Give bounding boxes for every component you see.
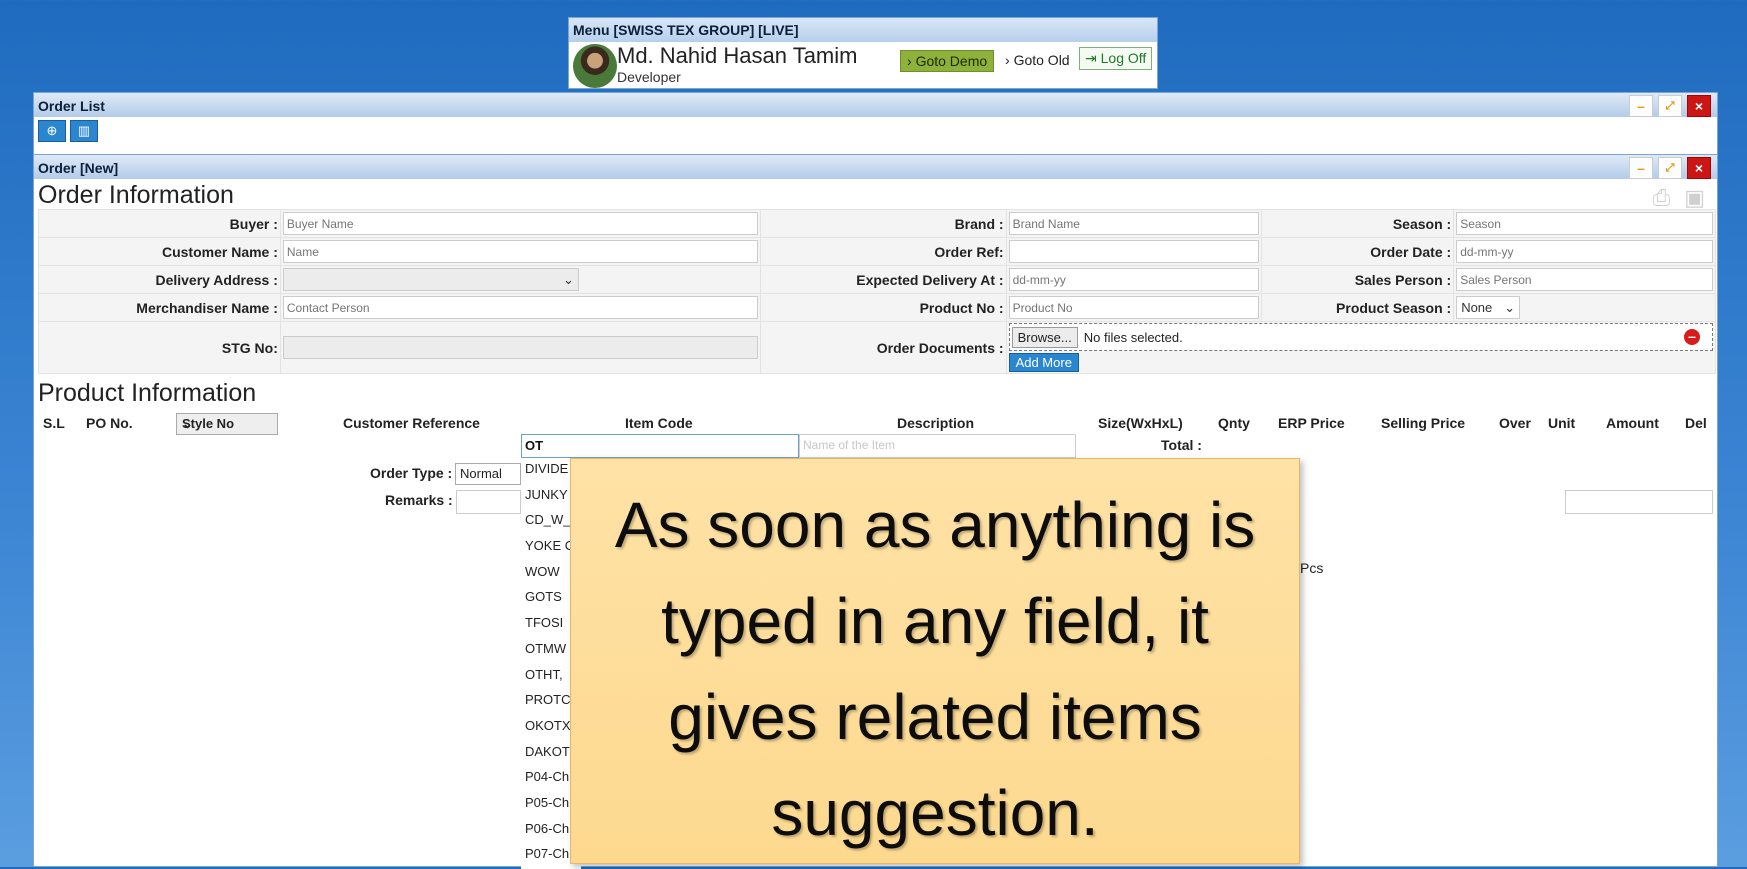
product-no-label: Product No : bbox=[759, 293, 1007, 322]
callout-text: As soon as anything is typed in any fiel… bbox=[614, 489, 1256, 849]
maximize-button[interactable]: ⤢ bbox=[1658, 95, 1682, 117]
sales-person-label: Sales Person : bbox=[1261, 265, 1455, 294]
chevron-down-icon: ⌄ bbox=[562, 271, 574, 287]
maximize-button[interactable]: ⤢ bbox=[1658, 157, 1682, 179]
delivery-address-select[interactable]: ⌄ bbox=[282, 268, 579, 291]
col-del: Del bbox=[1685, 415, 1707, 431]
order-new-title: Order [New] bbox=[38, 160, 119, 176]
user-role: Developer bbox=[617, 69, 681, 85]
col-selling-price: Selling Price bbox=[1381, 415, 1466, 431]
product-table-header: S.L PO No. Style No ⌄ Customer Reference … bbox=[38, 413, 1716, 435]
season-input[interactable] bbox=[1456, 212, 1713, 235]
chevron-down-icon: ⌄ bbox=[1504, 299, 1516, 315]
merchandiser-input[interactable] bbox=[282, 296, 758, 319]
avatar bbox=[573, 44, 617, 88]
close-button[interactable]: × bbox=[1687, 157, 1711, 179]
remarks-label: Remarks : bbox=[385, 492, 453, 508]
expected-delivery-input[interactable] bbox=[1008, 268, 1260, 291]
report-button[interactable]: ▥ bbox=[70, 120, 98, 142]
col-customer-reference: Customer Reference bbox=[343, 415, 480, 431]
buyer-input[interactable] bbox=[282, 212, 758, 235]
order-type-value: Normal bbox=[460, 466, 502, 481]
item-code-input[interactable]: OT bbox=[521, 434, 799, 458]
stg-no-label: STG No: bbox=[38, 321, 281, 374]
close-button[interactable]: × bbox=[1687, 95, 1711, 117]
save-icon[interactable]: ▣ bbox=[1684, 185, 1705, 211]
order-date-label: Order Date : bbox=[1261, 237, 1455, 266]
style-no-select[interactable]: Style No ⌄ bbox=[176, 413, 278, 435]
order-ref-label: Order Ref: bbox=[759, 237, 1007, 266]
col-po: PO No. bbox=[86, 415, 133, 431]
order-list-title: Order List bbox=[38, 98, 105, 114]
description-input[interactable]: Name of the Item bbox=[799, 434, 1076, 458]
col-unit: Unit bbox=[1548, 415, 1576, 431]
product-season-select[interactable]: None ⌄ bbox=[1456, 296, 1521, 319]
user-name: Md. Nahid Hasan Tamim bbox=[617, 43, 858, 68]
col-amount: Amount bbox=[1606, 415, 1659, 431]
order-list-titlebar: Order List – ⤢ × bbox=[34, 93, 1717, 117]
plus-icon: ⊕ bbox=[46, 123, 58, 138]
add-order-button[interactable]: ⊕ bbox=[38, 120, 66, 142]
col-size: Size(WxHxL) bbox=[1098, 415, 1183, 431]
order-date-input[interactable] bbox=[1456, 240, 1713, 263]
brand-label: Brand : bbox=[759, 209, 1007, 238]
col-item-code: Item Code bbox=[625, 415, 693, 431]
total-label: Total : bbox=[1161, 437, 1202, 453]
callout-note: As soon as anything is typed in any fiel… bbox=[570, 458, 1300, 864]
goto-old-button[interactable]: › Goto Old bbox=[1001, 50, 1074, 70]
col-description: Description bbox=[897, 415, 975, 431]
menu-window: Menu [SWISS TEX GROUP] [LIVE] Md. Nahid … bbox=[568, 17, 1158, 89]
col-sl: S.L bbox=[43, 415, 65, 431]
remove-icon[interactable]: – bbox=[1684, 329, 1700, 345]
add-more-button[interactable]: Add More bbox=[1008, 353, 1079, 372]
customer-name-label: Customer Name : bbox=[38, 237, 281, 266]
goto-demo-label: Goto Demo bbox=[915, 53, 988, 69]
product-season-value: None bbox=[1461, 300, 1493, 315]
menu-title: Menu [SWISS TEX GROUP] [LIVE] bbox=[569, 18, 1157, 42]
order-new-titlebar: Order [New] – ⤢ × bbox=[34, 155, 1717, 179]
print-icon[interactable]: ⎙ bbox=[1653, 185, 1671, 211]
expected-delivery-label: Expected Delivery At : bbox=[759, 265, 1007, 294]
brand-input[interactable] bbox=[1008, 212, 1260, 235]
log-off-label: Log Off bbox=[1100, 50, 1147, 66]
col-qnty: Qnty bbox=[1218, 415, 1250, 431]
goto-demo-button[interactable]: › Goto Demo bbox=[900, 50, 995, 72]
col-erp-price: ERP Price bbox=[1278, 415, 1345, 431]
chevron-down-icon: ⌄ bbox=[182, 416, 193, 431]
sales-person-input[interactable] bbox=[1456, 268, 1713, 291]
goto-old-label: Goto Old bbox=[1013, 52, 1070, 68]
chevron-right-icon: › bbox=[1005, 52, 1010, 68]
bar-chart-icon: ▥ bbox=[77, 123, 91, 138]
buyer-label: Buyer : bbox=[38, 209, 281, 238]
stg-no-input[interactable] bbox=[282, 336, 758, 359]
minimize-button[interactable]: – bbox=[1629, 95, 1653, 117]
merchandiser-label: Merchandiser Name : bbox=[38, 293, 281, 322]
product-no-input[interactable] bbox=[1008, 296, 1260, 319]
remarks-input[interactable] bbox=[456, 490, 521, 514]
col-over: Over bbox=[1499, 415, 1531, 431]
order-documents-label: Order Documents : bbox=[759, 321, 1007, 374]
logout-icon: ⇥ bbox=[1085, 50, 1097, 66]
browse-button[interactable]: Browse... bbox=[1011, 326, 1078, 348]
product-season-label: Product Season : bbox=[1261, 293, 1455, 322]
season-label: Season : bbox=[1261, 209, 1455, 238]
file-status: No files selected. bbox=[1083, 329, 1183, 345]
chevron-right-icon: › bbox=[907, 53, 912, 69]
remarks-input-right[interactable] bbox=[1565, 490, 1713, 514]
order-type-label: Order Type : bbox=[370, 465, 453, 481]
customer-name-input[interactable] bbox=[282, 240, 758, 263]
file-upload-row: Browse... No files selected. – bbox=[1008, 323, 1713, 351]
order-type-select[interactable]: Normal bbox=[455, 463, 521, 485]
order-ref-input[interactable] bbox=[1008, 240, 1260, 263]
minimize-button[interactable]: – bbox=[1629, 157, 1653, 179]
order-form: Buyer : Brand : Season : Customer Name :… bbox=[38, 209, 1717, 374]
order-information-heading: Order Information bbox=[38, 181, 234, 209]
delivery-address-label: Delivery Address : bbox=[38, 265, 281, 294]
log-off-button[interactable]: ⇥ Log Off bbox=[1079, 47, 1153, 70]
product-information-heading: Product Information bbox=[38, 379, 257, 407]
